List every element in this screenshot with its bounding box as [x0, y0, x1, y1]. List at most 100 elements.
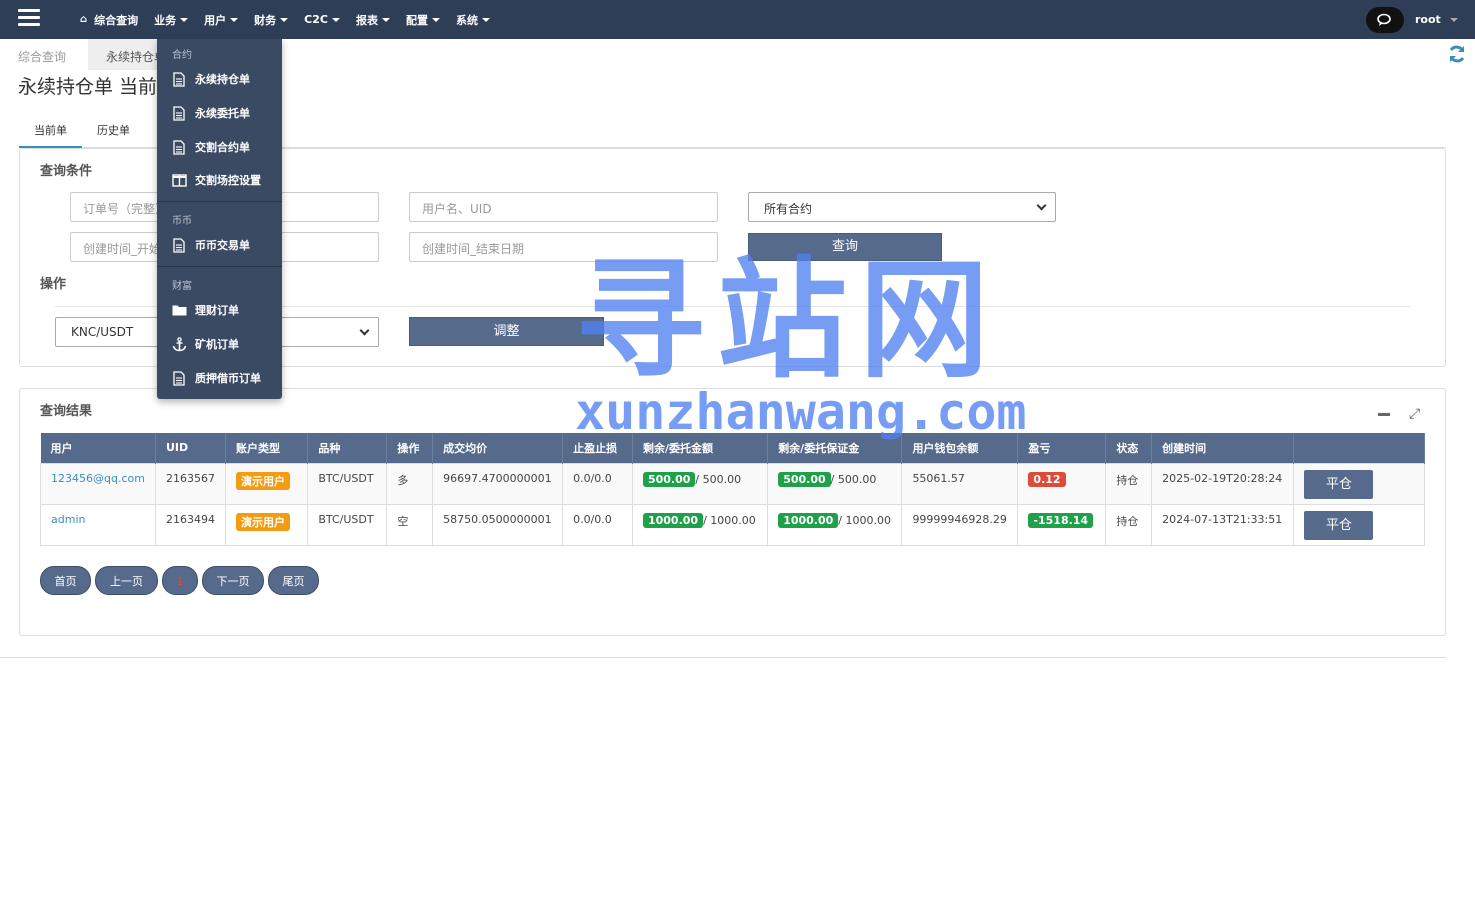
created-cell: 2025-02-19T20:28:24	[1151, 462, 1295, 505]
avg-price-cell: 96697.4700000001	[432, 462, 564, 505]
user-link[interactable]: 123456@qq.com	[51, 472, 145, 485]
col-action	[1293, 433, 1425, 463]
search-button[interactable]: 查询	[748, 233, 942, 261]
col-symbol: 品种	[307, 433, 388, 463]
chevron-down-icon	[1036, 200, 1047, 211]
user-uid-input[interactable]: 用户名、UID	[409, 192, 718, 222]
avg-price-cell: 58750.0500000001	[432, 503, 564, 546]
margin-total: / 1000.00	[838, 513, 891, 527]
adjust-button[interactable]: 调整	[409, 317, 604, 346]
margin-total: / 500.00	[830, 472, 877, 486]
tpsl-cell: 0.0/0.0	[562, 462, 633, 505]
uid-cell: 2163567	[154, 462, 226, 505]
dropdown-divider	[157, 266, 282, 267]
table-row: admin 2163494 演示用户 BTC/USDT 空 58750.0500…	[40, 503, 1425, 546]
page-title: 永续持仓单 当前单	[18, 76, 177, 98]
wallet-cell: 99999946928.29	[901, 503, 1019, 546]
breadcrumb-home[interactable]: 综合查询	[18, 48, 66, 65]
file-text-icon	[171, 105, 187, 121]
amount-cell: 500.00/ 500.00	[631, 462, 769, 505]
results-table: 用户 UID 账户类型 品种 操作 成交均价 止盈止损 剩余/委托金额 剩余/委…	[40, 433, 1425, 546]
dropdown-section-wealth: 财富	[172, 281, 192, 292]
col-status: 状态	[1105, 433, 1153, 463]
nav-home[interactable]: ⌂ 综合查询	[80, 12, 138, 28]
breadcrumb-current[interactable]: 永续持仓单	[88, 39, 163, 70]
pnl-badge: 0.12	[1028, 471, 1066, 487]
main-nav: ⌂ 综合查询 业务 用户 财务 C2C 报表 配置 系统	[80, 0, 506, 39]
menu-item-pledge-orders[interactable]: 质押借币订单	[171, 370, 261, 386]
margin-remaining-badge: 1000.00	[778, 512, 839, 528]
close-position-button[interactable]: 平仓	[1304, 510, 1374, 540]
chevron-down-icon	[280, 17, 289, 22]
columns-icon	[171, 172, 187, 188]
nav-c2c[interactable]: C2C	[304, 13, 340, 26]
nav-users[interactable]: 用户	[204, 12, 239, 28]
folder-icon	[171, 302, 187, 318]
next-page-button[interactable]: 下一页	[202, 566, 264, 595]
collapse-icon[interactable]	[1378, 413, 1390, 416]
operations-title: 操作	[40, 277, 67, 292]
menu-item-wealth-orders[interactable]: 理财订单	[171, 302, 239, 318]
nav-business[interactable]: 业务	[154, 11, 189, 28]
symbol-cell: BTC/USDT	[307, 462, 388, 505]
amount-cell: 1000.00/ 1000.00	[631, 503, 769, 546]
account-type-badge: 演示用户	[235, 471, 290, 490]
nav-config[interactable]: 配置	[406, 12, 440, 28]
tab-history[interactable]: 历史单	[82, 115, 145, 148]
end-date-input[interactable]: 创建时间_结束日期	[409, 232, 718, 262]
table-header-row: 用户 UID 账户类型 品种 操作 成交均价 止盈止损 剩余/委托金额 剩余/委…	[40, 433, 1425, 463]
file-text-icon	[171, 71, 187, 87]
user-menu[interactable]: root	[1415, 13, 1458, 26]
margin-cell: 1000.00/ 1000.00	[767, 503, 903, 546]
menu-item-spot-trades[interactable]: 币币交易单	[171, 237, 250, 253]
chevron-down-icon	[331, 17, 340, 22]
col-wallet: 用户钱包余额	[901, 433, 1019, 463]
menu-item-delivery-contracts[interactable]: 交割合约单	[171, 139, 250, 155]
margin-cell: 500.00/ 500.00	[767, 462, 903, 505]
symbol-cell: BTC/USDT	[307, 503, 388, 546]
nav-system[interactable]: 系统	[456, 12, 490, 28]
home-icon: ⌂	[80, 14, 88, 25]
nav-finance[interactable]: 财务	[254, 12, 289, 28]
page-1-button[interactable]: 1	[162, 566, 198, 595]
query-title: 查询条件	[40, 164, 93, 179]
margin-remaining-badge: 500.00	[778, 471, 831, 487]
contract-select[interactable]: 所有合约	[748, 192, 1056, 222]
amount-remaining-badge: 1000.00	[642, 512, 704, 528]
chat-icon	[1377, 13, 1391, 26]
menu-item-delivery-control[interactable]: 交割场控设置	[171, 172, 261, 188]
uid-cell: 2163494	[154, 503, 226, 546]
menu-toggle-icon[interactable]	[18, 9, 40, 27]
wallet-cell: 55061.57	[901, 462, 1019, 505]
business-dropdown-menu: 合约 永续持仓单 永续委托单 交割合约单 交割场控设置 币币 币币交易单 财富 …	[157, 39, 282, 399]
user-link[interactable]: admin	[51, 513, 85, 526]
menu-item-miner-orders[interactable]: 矿机订单	[171, 336, 239, 352]
side-cell: 多	[386, 462, 434, 505]
amount-remaining-badge: 500.00	[642, 471, 696, 487]
chevron-down-icon	[230, 17, 239, 22]
results-title: 查询结果	[40, 404, 93, 419]
close-position-button[interactable]: 平仓	[1304, 469, 1374, 499]
prev-page-button[interactable]: 上一页	[95, 566, 158, 595]
last-page-button[interactable]: 尾页	[268, 566, 319, 595]
file-text-icon	[171, 139, 187, 155]
chat-button[interactable]	[1366, 7, 1404, 33]
amount-total: / 1000.00	[703, 513, 756, 527]
menu-item-perpetual-positions[interactable]: 永续持仓单	[171, 71, 250, 87]
tab-current[interactable]: 当前单	[19, 115, 82, 148]
first-page-button[interactable]: 首页	[40, 566, 91, 595]
chevron-down-icon	[481, 17, 490, 22]
pnl-badge: -1518.14	[1028, 512, 1094, 528]
col-pnl: 盈亏	[1017, 433, 1107, 463]
refresh-icon[interactable]	[1447, 44, 1467, 64]
created-cell: 2024-07-13T21:33:51	[1151, 503, 1295, 546]
expand-icon[interactable]: ⤢	[1409, 406, 1420, 422]
col-user: 用户	[40, 433, 156, 463]
chevron-down-icon	[180, 17, 189, 22]
col-created: 创建时间	[1151, 433, 1295, 463]
col-margin: 剩余/委托保证金	[767, 433, 903, 463]
menu-item-perpetual-orders[interactable]: 永续委托单	[171, 105, 250, 121]
col-amount: 剩余/委托金额	[632, 433, 769, 463]
status-cell: 持仓	[1105, 503, 1153, 546]
nav-reports[interactable]: 报表	[356, 12, 390, 28]
